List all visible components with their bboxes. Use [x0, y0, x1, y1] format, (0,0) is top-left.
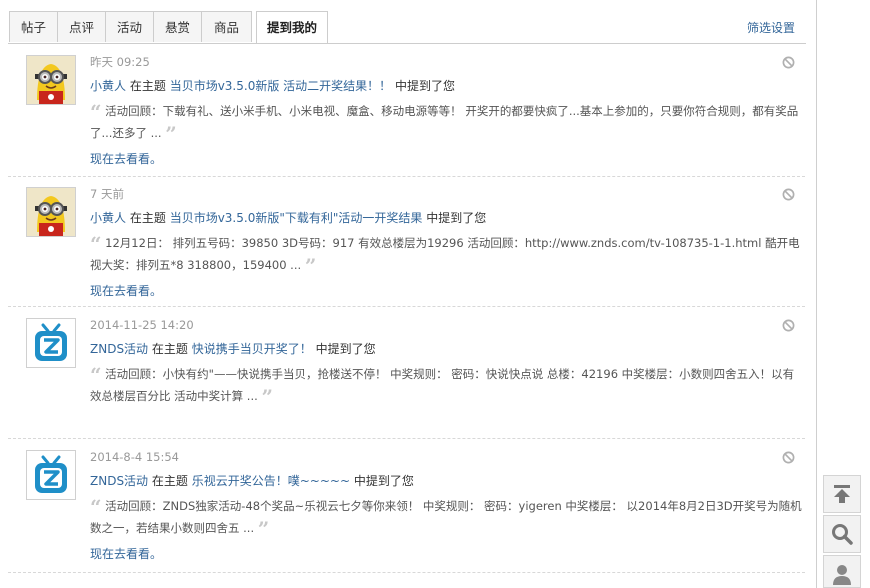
avatar[interactable]	[26, 450, 76, 500]
quote-text: 12月12日： 排列五号码：39850 3D号码：917 有效总楼层为19296…	[90, 236, 800, 272]
mention-line: ZNDS活动 在主题 乐视云开奖公告！噗~~~~~ 中提到了您	[90, 472, 414, 489]
close-quote-icon: ”	[165, 122, 177, 146]
topic-link[interactable]: 当贝市场v3.5.0新版 活动二开奖结果！！	[170, 79, 391, 93]
mention-line: ZNDS活动 在主题 快说携手当贝开奖了！ 中提到了您	[90, 340, 376, 357]
quote-block: “ 活动回顾：下载有礼、送小米手机、小米电视、魔盒、移动电源等等！ 开奖开的都要…	[90, 101, 805, 145]
tab-posts[interactable]: 帖子	[9, 11, 58, 42]
avatar[interactable]	[26, 187, 76, 237]
quote-text: 活动回顾：小快有约"——快说携手当贝，抢楼送不停！ 中奖规则： 密码：快说快点说…	[90, 367, 795, 403]
user-icon	[833, 565, 851, 585]
delete-icon[interactable]	[782, 188, 795, 201]
filter-settings-link[interactable]: 筛选设置	[747, 19, 795, 36]
list-item: 7 天前 小黄人 在主题 当贝市场v3.5.0新版"下载有利"活动一开奖结果 中…	[8, 177, 805, 307]
tab-goods[interactable]: 商品	[201, 11, 252, 42]
in-topic-text: 在主题	[151, 474, 188, 488]
tab-divider	[8, 43, 806, 44]
view-now-link[interactable]: 现在去看看。	[90, 282, 162, 299]
mentioned-text: 中提到了您	[426, 211, 487, 225]
list-item: 2014-11-25 14:20 ZNDS活动 在主题 快说携手当贝开奖了！ 中…	[8, 307, 805, 439]
avatar[interactable]	[26, 318, 76, 368]
search-icon	[832, 524, 853, 545]
minion-avatar-icon	[27, 188, 75, 236]
topic-link[interactable]: 乐视云开奖公告！噗~~~~~	[192, 474, 350, 488]
minion-avatar-icon	[27, 56, 75, 104]
in-topic-text: 在主题	[129, 211, 166, 225]
open-quote-icon: “	[90, 100, 102, 124]
mentioned-text: 中提到了您	[394, 79, 455, 93]
open-quote-icon: “	[90, 363, 102, 387]
user-link[interactable]: ZNDS活动	[90, 342, 148, 356]
search-button[interactable]	[823, 515, 861, 553]
close-quote-icon: ”	[257, 517, 270, 541]
tab-mentions[interactable]: 提到我的	[256, 11, 328, 44]
topic-link[interactable]: 快说携手当贝开奖了！	[192, 342, 312, 356]
quote-text: 活动回顾：ZNDS独家活动-48个奖品~乐视云七夕等你来领！ 中奖规则： 密码：…	[90, 499, 802, 535]
znds-tv-logo-icon	[27, 451, 75, 499]
item-time: 2014-8-4 15:54	[90, 450, 179, 464]
tab-bar: 帖子 点评 活动 悬赏 商品 提到我的	[9, 11, 816, 44]
open-quote-icon: “	[90, 495, 102, 519]
in-topic-text: 在主题	[129, 79, 166, 93]
item-time: 2014-11-25 14:20	[90, 318, 194, 332]
user-button[interactable]	[823, 555, 861, 588]
view-now-link[interactable]: 现在去看看。	[90, 545, 162, 562]
quote-text: 活动回顾：下载有礼、送小米手机、小米电视、魔盒、移动电源等等！ 开奖开的都要快疯…	[90, 104, 799, 140]
close-quote-icon: ”	[304, 254, 317, 278]
mentioned-text: 中提到了您	[353, 474, 414, 488]
mentioned-text: 中提到了您	[315, 342, 376, 356]
topic-link[interactable]: 当贝市场v3.5.0新版"下载有利"活动一开奖结果	[170, 211, 423, 225]
in-topic-text: 在主题	[151, 342, 188, 356]
mention-line: 小黄人 在主题 当贝市场v3.5.0新版"下载有利"活动一开奖结果 中提到了您	[90, 209, 486, 226]
back-to-top-icon	[834, 485, 850, 503]
item-time: 昨天 09:25	[90, 55, 150, 69]
tab-rewards[interactable]: 悬赏	[153, 11, 202, 42]
item-time: 7 天前	[90, 187, 124, 201]
user-link[interactable]: 小黄人	[90, 211, 126, 225]
znds-tv-logo-icon	[27, 319, 75, 367]
avatar[interactable]	[26, 55, 76, 105]
list-item: 昨天 09:25 小黄人 在主题 当贝市场v3.5.0新版 活动二开奖结果！！ …	[8, 45, 805, 177]
delete-icon[interactable]	[782, 319, 795, 332]
tab-reviews[interactable]: 点评	[57, 11, 106, 42]
notice-panel: 帖子 点评 活动 悬赏 商品 提到我的 筛选设置 昨天 09:25 小黄人 在主…	[0, 0, 817, 588]
delete-icon[interactable]	[782, 451, 795, 464]
list-item: 2014-8-4 15:54 ZNDS活动 在主题 乐视云开奖公告！噗~~~~~…	[8, 439, 805, 573]
mention-line: 小黄人 在主题 当贝市场v3.5.0新版 活动二开奖结果！！ 中提到了您	[90, 77, 455, 94]
back-to-top-button[interactable]	[823, 475, 861, 513]
user-link[interactable]: ZNDS活动	[90, 474, 148, 488]
view-now-link[interactable]: 现在去看看。	[90, 150, 162, 167]
tab-activities[interactable]: 活动	[105, 11, 154, 42]
delete-icon[interactable]	[782, 56, 795, 69]
quote-block: “ 活动回顾：ZNDS独家活动-48个奖品~乐视云七夕等你来领！ 中奖规则： 密…	[90, 496, 805, 540]
quote-block: “ 活动回顾：小快有约"——快说携手当贝，抢楼送不停！ 中奖规则： 密码：快说快…	[90, 364, 805, 408]
quote-block: “ 12月12日： 排列五号码：39850 3D号码：917 有效总楼层为192…	[90, 233, 805, 277]
close-quote-icon: ”	[261, 385, 273, 409]
open-quote-icon: “	[90, 232, 102, 256]
user-link[interactable]: 小黄人	[90, 79, 126, 93]
